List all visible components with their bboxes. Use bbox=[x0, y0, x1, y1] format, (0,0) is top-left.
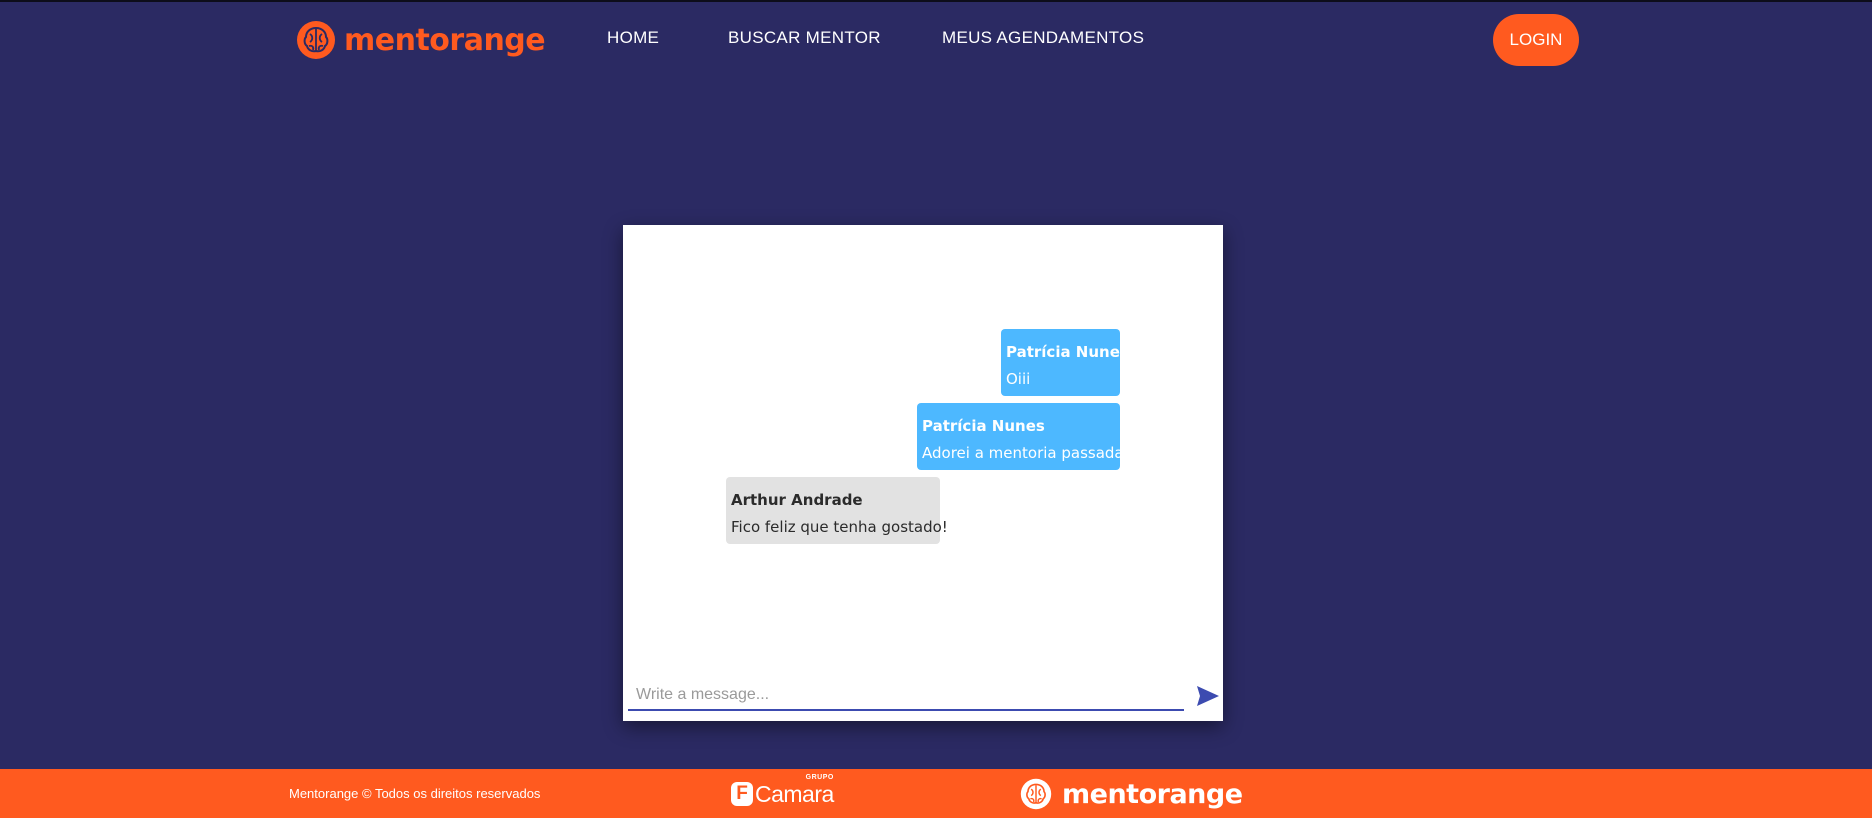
send-icon[interactable] bbox=[1196, 685, 1220, 707]
fcamara-text: Camara bbox=[755, 780, 834, 807]
nav-home[interactable]: HOME bbox=[607, 28, 659, 48]
message-text: Oiii bbox=[1006, 370, 1031, 388]
message-author: Patrícia Nunes bbox=[922, 417, 1045, 435]
chat-message: Patrícia Nunes Adorei a mentoria passada… bbox=[917, 403, 1130, 470]
footer-brand-name: mentorange bbox=[1062, 778, 1243, 810]
message-composer bbox=[628, 681, 1220, 715]
brand-logo[interactable]: mentorange bbox=[296, 18, 546, 62]
fcamara-logo: F Camara GRUPO bbox=[731, 774, 834, 809]
chat-window: Patrícia Nunes Oiii Patrícia Nunes Adore… bbox=[623, 225, 1223, 721]
chat-message: Patrícia Nunes Oiii bbox=[1001, 329, 1129, 396]
brain-logo-icon bbox=[297, 21, 335, 59]
message-text: Adorei a mentoria passada! bbox=[922, 444, 1130, 462]
message-author: Arthur Andrade bbox=[731, 491, 863, 509]
fcamara-group-label: GRUPO bbox=[805, 773, 834, 781]
site-footer: Mentorange © Todos os direitos reservado… bbox=[0, 769, 1872, 818]
footer-copyright: Mentorange © Todos os direitos reservado… bbox=[289, 786, 541, 801]
message-author: Patrícia Nunes bbox=[1006, 343, 1129, 361]
nav-meus-agendamentos[interactable]: MEUS AGENDAMENTOS bbox=[942, 28, 1144, 48]
brain-logo-icon bbox=[1020, 778, 1052, 810]
site-header: mentorange HOME BUSCAR MENTOR MEUS AGEND… bbox=[0, 2, 1872, 76]
fcamara-badge-icon: F bbox=[731, 782, 753, 806]
brand-name: mentorange bbox=[344, 22, 546, 58]
footer-brand-logo: mentorange bbox=[1020, 777, 1243, 811]
nav-buscar-mentor[interactable]: BUSCAR MENTOR bbox=[728, 28, 881, 48]
fcamara-name: Camara GRUPO bbox=[755, 774, 834, 808]
message-text: Fico feliz que tenha gostado! bbox=[731, 518, 948, 536]
message-input[interactable] bbox=[628, 681, 1184, 711]
chat-message: Arthur Andrade Fico feliz que tenha gost… bbox=[726, 477, 948, 544]
login-button[interactable]: LOGIN bbox=[1493, 14, 1579, 66]
